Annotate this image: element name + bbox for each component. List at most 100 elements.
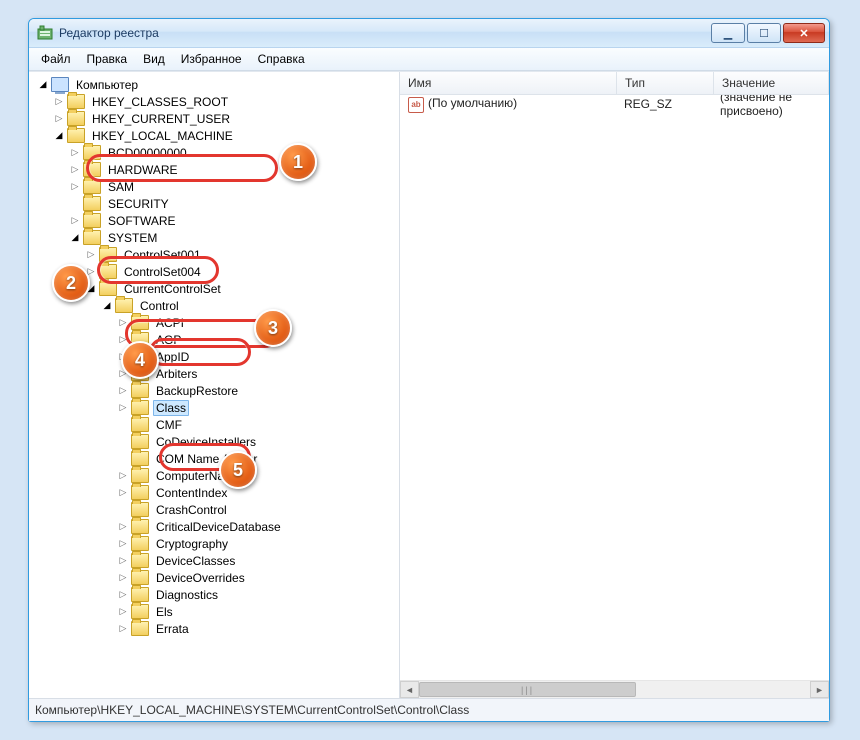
tree-node-AppID[interactable]: ▷AppID: [33, 348, 399, 365]
tree-node-ComputerName[interactable]: ▷ComputerName: [33, 467, 399, 484]
minimize-button[interactable]: ▁: [711, 23, 745, 43]
tree-node-SECURITY[interactable]: SECURITY: [33, 195, 399, 212]
tree-node-ControlSet004[interactable]: ▷ControlSet004: [33, 263, 399, 280]
tree-node-HKEY_CURRENT_USER[interactable]: ▷HKEY_CURRENT_USER: [33, 110, 399, 127]
tree-node-CrashControl[interactable]: CrashControl: [33, 501, 399, 518]
tree-node-CoDeviceInstallers[interactable]: CoDeviceInstallers: [33, 433, 399, 450]
value-row[interactable]: ab(По умолчанию)REG_SZ(значение не присв…: [400, 95, 829, 113]
registry-tree[interactable]: ◢Компьютер ▷ HKEY_CLASSES_ROOT▷HKEY_CURREN…: [29, 72, 399, 698]
tree-label: Els: [153, 604, 176, 620]
values-list[interactable]: ab(По умолчанию)REG_SZ(значение не присв…: [400, 95, 829, 680]
values-header: Имя Тип Значение: [400, 72, 829, 95]
folder-icon: [131, 587, 149, 602]
tree-node-SAM[interactable]: ▷SAM: [33, 178, 399, 195]
titlebar[interactable]: Редактор реестра ▁ ☐ ✕: [29, 19, 829, 48]
tree-node-Control[interactable]: ◢Control: [33, 297, 399, 314]
tree-node-Els[interactable]: ▷ Els: [33, 603, 399, 620]
col-type[interactable]: Тип: [617, 72, 714, 94]
expand-icon[interactable]: ▷: [85, 266, 97, 278]
tree-label: Errata: [153, 621, 192, 637]
tree-label: CMF: [153, 417, 185, 433]
tree-node-AGP[interactable]: ▷AGP: [33, 331, 399, 348]
values-hscrollbar[interactable]: ◄ ||| ►: [400, 680, 829, 698]
value-data: (значение не присвоено): [712, 95, 829, 118]
expand-icon[interactable]: ▷: [53, 96, 65, 108]
expand-icon[interactable]: ▷: [117, 606, 129, 618]
collapse-icon[interactable]: ◢: [85, 283, 97, 295]
expand-icon[interactable]: ▷: [117, 334, 129, 346]
menu-файл[interactable]: Файл: [33, 50, 79, 68]
folder-icon: [131, 553, 149, 568]
scroll-thumb[interactable]: |||: [419, 682, 636, 697]
expand-icon: [117, 504, 129, 516]
folder-icon: [131, 349, 149, 364]
scroll-right-button[interactable]: ►: [810, 681, 829, 698]
tree-node-SYSTEM[interactable]: ◢SYSTEM: [33, 229, 399, 246]
tree-node-Компьютер[interactable]: ◢Компьютер: [33, 76, 399, 93]
expand-icon[interactable]: ▷: [69, 164, 81, 176]
folder-icon: [131, 366, 149, 381]
col-name[interactable]: Имя: [400, 72, 617, 94]
expand-icon: [69, 198, 81, 210]
tree-node-SOFTWARE[interactable]: ▷SOFTWARE: [33, 212, 399, 229]
folder-icon: [131, 502, 149, 517]
folder-icon: [131, 621, 149, 636]
expand-icon[interactable]: ▷: [69, 181, 81, 193]
tree-node-HARDWARE[interactable]: ▷HARDWARE: [33, 161, 399, 178]
tree-node-Diagnostics[interactable]: ▷Diagnostics: [33, 586, 399, 603]
tree-node-COM-Name-Arbiter[interactable]: COM Name Arbiter: [33, 450, 399, 467]
scroll-left-button[interactable]: ◄: [400, 681, 419, 698]
tree-node-DeviceClasses[interactable]: ▷DeviceClasses: [33, 552, 399, 569]
collapse-icon[interactable]: ◢: [101, 300, 113, 312]
tree-node-Errata[interactable]: ▷ Errata: [33, 620, 399, 637]
tree-node-HKEY_CLASSES_ROOT[interactable]: ▷ HKEY_CLASSES_ROOT: [33, 93, 399, 110]
expand-icon[interactable]: ▷: [117, 317, 129, 329]
col-value[interactable]: Значение: [714, 72, 829, 94]
expand-icon[interactable]: ▷: [117, 589, 129, 601]
expand-icon[interactable]: ▷: [117, 538, 129, 550]
tree-node-DeviceOverrides[interactable]: ▷DeviceOverrides: [33, 569, 399, 586]
window-title: Редактор реестра: [59, 26, 159, 40]
maximize-button[interactable]: ☐: [747, 23, 781, 43]
expand-icon[interactable]: ▷: [53, 113, 65, 125]
expand-icon[interactable]: ▷: [117, 572, 129, 584]
expand-icon[interactable]: ▷: [85, 249, 97, 261]
folder-icon: [131, 536, 149, 551]
expand-icon[interactable]: ▷: [69, 215, 81, 227]
collapse-icon[interactable]: ◢: [69, 232, 81, 244]
expand-icon[interactable]: ▷: [117, 521, 129, 533]
tree-node-HKEY_LOCAL_MACHINE[interactable]: ◢HKEY_LOCAL_MACHINE: [33, 127, 399, 144]
expand-icon[interactable]: ▷: [117, 385, 129, 397]
expand-icon[interactable]: ▷: [117, 487, 129, 499]
expand-icon[interactable]: ▷: [117, 470, 129, 482]
menu-вид[interactable]: Вид: [135, 50, 173, 68]
scroll-track[interactable]: |||: [419, 682, 810, 697]
expand-icon[interactable]: ▷: [69, 147, 81, 159]
tree-node-ACPI[interactable]: ▷ACPI: [33, 314, 399, 331]
tree-node-BackupRestore[interactable]: ▷BackupRestore: [33, 382, 399, 399]
collapse-icon[interactable]: ◢: [53, 130, 65, 142]
expand-icon[interactable]: ▷: [117, 623, 129, 635]
tree-node-CurrentControlSet[interactable]: ◢CurrentControlSet: [33, 280, 399, 297]
close-button[interactable]: ✕: [783, 23, 825, 43]
tree-label: CrashControl: [153, 502, 230, 518]
tree-node-ContentIndex[interactable]: ▷ContentIndex: [33, 484, 399, 501]
tree-node-Arbiters[interactable]: ▷Arbiters: [33, 365, 399, 382]
expand-icon: [117, 436, 129, 448]
collapse-icon[interactable]: ◢: [37, 79, 49, 91]
tree-node-CriticalDeviceDatabase[interactable]: ▷CriticalDeviceDatabase: [33, 518, 399, 535]
expand-icon[interactable]: ▷: [117, 555, 129, 567]
menu-справка[interactable]: Справка: [250, 50, 313, 68]
tree-label: BCD00000000: [105, 145, 190, 161]
menu-избранное[interactable]: Избранное: [173, 50, 250, 68]
tree-node-ControlSet001[interactable]: ▷ControlSet001: [33, 246, 399, 263]
tree-node-Cryptography[interactable]: ▷Cryptography: [33, 535, 399, 552]
tree-node-CMF[interactable]: CMF: [33, 416, 399, 433]
tree-label: HKEY_CLASSES_ROOT: [89, 94, 231, 110]
expand-icon[interactable]: ▷: [117, 351, 129, 363]
menu-правка[interactable]: Правка: [79, 50, 136, 68]
tree-node-Class[interactable]: ▷Class: [33, 399, 399, 416]
expand-icon[interactable]: ▷: [117, 368, 129, 380]
tree-node-BCD00000000[interactable]: ▷ BCD00000000: [33, 144, 399, 161]
expand-icon[interactable]: ▷: [117, 402, 129, 414]
